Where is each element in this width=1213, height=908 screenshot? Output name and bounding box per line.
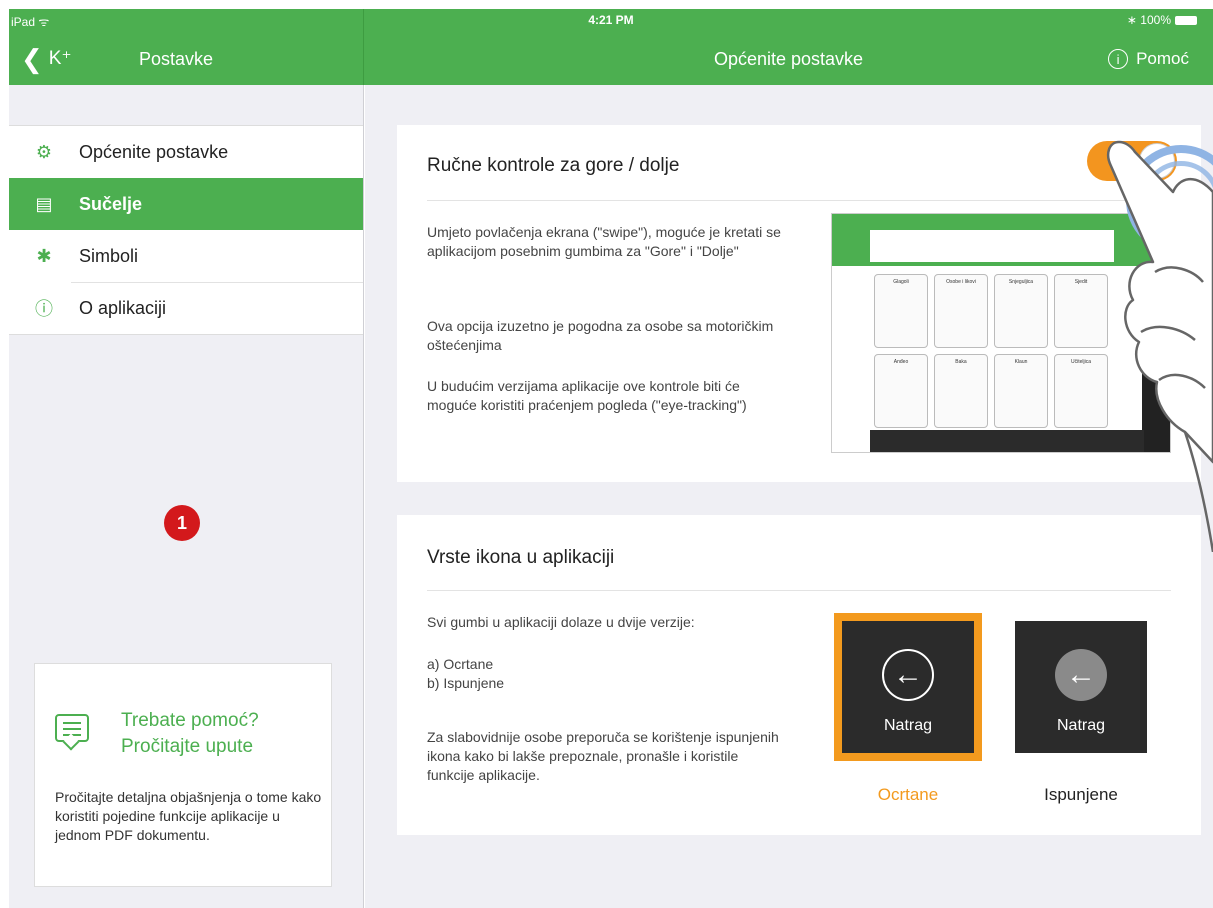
chat-document-icon xyxy=(55,714,89,742)
preview-cell: Sjedit xyxy=(1054,274,1108,348)
description-text: Umjeto povlačenja ekrana ("swipe"), mogu… xyxy=(427,224,781,259)
help-box[interactable]: Trebate pomoć? Pročitajte upute Pročitaj… xyxy=(34,663,332,887)
symbol-figure-icon: ✱ xyxy=(36,245,52,266)
settings-menu: ⚙ Općenite postavke ▤ Sučelje ✱ Simboli … xyxy=(9,125,363,335)
sidebar-title: Postavke xyxy=(139,49,214,69)
tile-label: Natrag xyxy=(883,717,933,734)
sidebar-item-symbols[interactable]: ✱ Simboli xyxy=(9,230,363,282)
status-bar: iPad ᯤ 4:21 PM ∗ 100% xyxy=(9,9,1213,31)
preview-cell: Osobe i likovi xyxy=(934,274,988,348)
preview-cell: Glagoli xyxy=(874,274,928,348)
clock: 4:21 PM xyxy=(588,13,634,27)
help-box-heading[interactable]: Trebate pomoć? Pročitajte upute xyxy=(121,708,259,760)
divider xyxy=(427,200,1171,201)
arrow-left-icon: ← xyxy=(1055,649,1107,701)
sidebar-item-about[interactable]: ⓘ O aplikaciji xyxy=(9,282,363,334)
card-title: Vrste ikona u aplikaciji xyxy=(427,547,615,568)
description-text: Svi gumbi u aplikaciji dolaze u dvije ve… xyxy=(427,614,695,630)
sidebar-item-label: Općenite postavke xyxy=(79,141,229,162)
help-box-text: Pročitajte detaljna objašnjenja o tome k… xyxy=(55,789,322,843)
sidebar: ⚙ Općenite postavke ▤ Sučelje ✱ Simboli … xyxy=(9,85,364,908)
arrow-left-icon: ← xyxy=(882,649,934,701)
tile-label: Natrag xyxy=(1056,717,1106,734)
option-filled-label[interactable]: Ispunjene xyxy=(1015,785,1147,805)
touch-indicator-ring xyxy=(1142,161,1213,239)
back-button[interactable]: ❮ K⁺ xyxy=(21,43,72,74)
sidebar-item-label: Simboli xyxy=(79,245,139,266)
battery-icon xyxy=(1175,16,1197,25)
preview-cell: Baka xyxy=(934,354,988,428)
sidebar-item-label: O aplikaciji xyxy=(79,297,167,318)
preview-cell: Snjeguljica xyxy=(994,274,1048,348)
preview-cell: Klaun xyxy=(994,354,1048,428)
preview-screenshot: Glagoli Osobe i likovi Snjeguljica Sjedi… xyxy=(831,213,1171,453)
help-label: Pomoć xyxy=(1136,49,1189,68)
step-badge: 1 xyxy=(164,505,200,541)
chevron-left-icon: ❮ xyxy=(21,43,43,74)
preview-cell: Učiteljica xyxy=(1054,354,1108,428)
sidebar-item-general[interactable]: ⚙ Općenite postavke xyxy=(9,126,363,178)
card-icon-types: Vrste ikona u aplikaciji Svi gumbi u apl… xyxy=(397,515,1201,835)
info-icon: ⓘ xyxy=(35,299,53,319)
help-button[interactable]: i Pomoć xyxy=(1108,49,1189,69)
card-manual-controls: Ručne kontrole za gore / dolje Umjeto po… xyxy=(397,125,1213,482)
icon-style-outlined-tile[interactable]: ← Natrag xyxy=(834,613,982,761)
card-title: Ručne kontrole za gore / dolje xyxy=(427,155,680,176)
interface-icon: ▤ xyxy=(35,193,53,214)
sidebar-item-label: Sučelje xyxy=(79,193,143,214)
gear-icon: ⚙ xyxy=(35,141,53,162)
option-a-text: a) Ocrtane xyxy=(427,656,494,672)
page-title: Općenite postavke xyxy=(713,49,864,69)
back-label: K⁺ xyxy=(48,48,72,69)
info-icon: i xyxy=(1108,49,1129,69)
divider xyxy=(427,590,1171,591)
option-outlined-label[interactable]: Ocrtane xyxy=(842,785,974,805)
nav-divider xyxy=(363,9,364,85)
icon-style-filled-tile[interactable]: ← Natrag xyxy=(1015,621,1147,753)
preview-cell: Anđeo xyxy=(874,354,928,428)
top-bar: iPad ᯤ 4:21 PM ∗ 100% ❮ K⁺ Postavke Opće… xyxy=(9,9,1213,85)
option-b-text: b) Ispunjene xyxy=(427,675,505,691)
description-text: Ova opcija izuzetno je pogodna za osobe … xyxy=(427,318,774,353)
sidebar-item-interface[interactable]: ▤ Sučelje xyxy=(9,178,363,230)
description-text: U budućim verzijama aplikacije ove kontr… xyxy=(427,378,747,413)
description-text: Za slabovidnije osobe preporuča se koriš… xyxy=(427,729,779,783)
main-content: Ručne kontrole za gore / dolje Umjeto po… xyxy=(365,85,1213,908)
battery-status: ∗ 100% xyxy=(1127,13,1197,27)
